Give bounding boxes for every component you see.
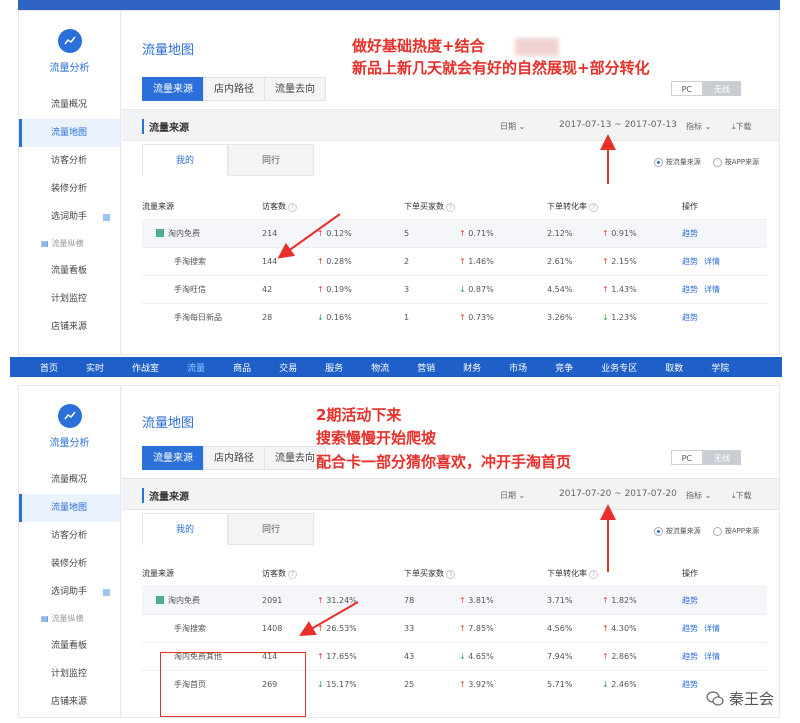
watermark-text: 秦王会 xyxy=(728,690,774,708)
arrow-to-search-1 xyxy=(277,213,341,259)
annotation-arrows xyxy=(277,134,616,636)
watermark: 秦王会 xyxy=(706,688,774,709)
screenshot-collage: 流量分析 流量概况 流量地图 访客分析 装修分析 选词助手 ▤ 流量纵横 流量看板… xyxy=(0,0,800,723)
arrow-to-search-2 xyxy=(299,601,359,636)
wechat-icon xyxy=(706,690,724,706)
